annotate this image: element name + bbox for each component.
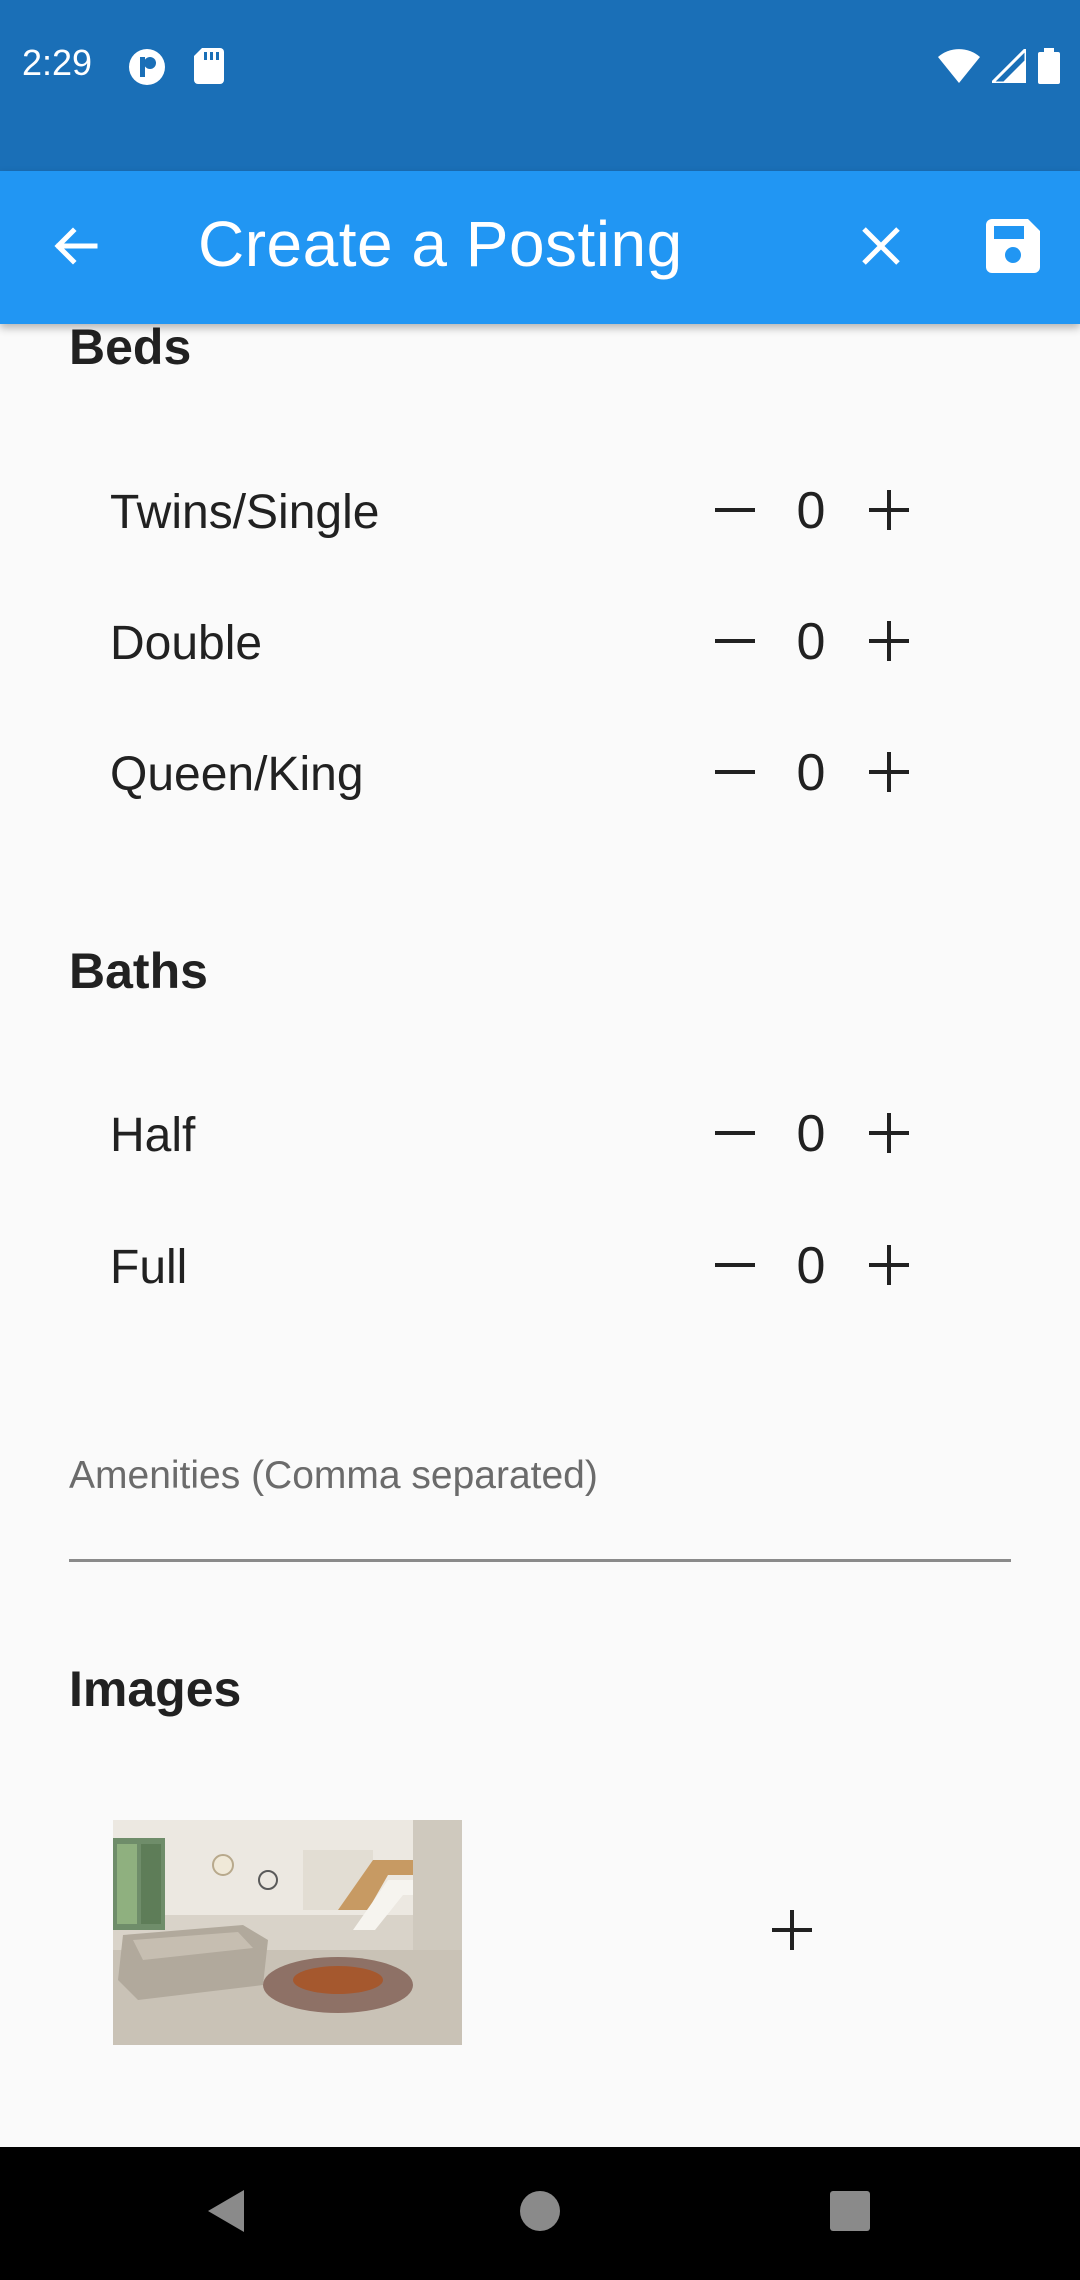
increment-button[interactable] [862,485,916,539]
amenities-placeholder: Amenities (Comma separated) [69,1454,598,1497]
minus-icon [713,619,757,668]
amenities-field[interactable]: Amenities (Comma separated) [69,1440,1011,1562]
save-icon [986,218,1040,278]
sd-card-icon [194,48,224,89]
bath-stepper: 0 [708,1222,918,1312]
increment-button[interactable] [862,1240,916,1294]
bath-stepper: 0 [708,1090,918,1180]
notification-icon [128,48,166,91]
back-button[interactable] [40,213,110,283]
add-image-button[interactable] [762,1902,822,1962]
navigation-bar [0,2147,1080,2280]
beds-heading: Beds [69,319,192,375]
triangle-back-icon [204,2188,248,2239]
decrement-button[interactable] [708,1108,762,1162]
counter-row-double: Double 0 [110,598,960,688]
nav-back-button[interactable] [196,2183,256,2243]
status-time: 2:29 [22,42,93,83]
plus-icon [867,488,911,537]
increment-button[interactable] [862,616,916,670]
plus-icon [867,619,911,668]
circle-home-icon [518,2189,562,2238]
bed-stepper: 0 [708,598,918,688]
counter-value: 0 [796,482,826,540]
minus-icon [713,750,757,799]
wifi-icon [938,49,980,88]
plus-icon [867,1111,911,1160]
plus-icon [867,1243,911,1292]
counter-value: 0 [796,744,826,802]
images-heading: Images [69,1661,242,1717]
living-room-photo [113,1820,462,2045]
arrow-back-icon [51,222,99,275]
nav-recents-button[interactable] [820,2183,880,2243]
counter-row-half: Half 0 [110,1090,960,1180]
increment-button[interactable] [862,747,916,801]
decrement-button[interactable] [708,1240,762,1294]
decrement-button[interactable] [708,747,762,801]
bed-stepper: 0 [708,467,918,557]
status-bar: 2:29 [0,0,1080,171]
square-recents-icon [829,2190,871,2237]
close-button[interactable] [846,213,916,283]
minus-icon [713,1111,757,1160]
increment-button[interactable] [862,1108,916,1162]
battery-icon [1038,48,1060,89]
minus-icon [713,1243,757,1292]
app-bar: Create a Posting [0,171,1080,324]
nav-home-button[interactable] [510,2183,570,2243]
bed-stepper: 0 [708,729,918,819]
signal-icon [988,45,1028,88]
page-title: Create a Posting [198,208,683,280]
counter-row-twins-single: Twins/Single 0 [110,467,960,557]
plus-icon [770,1908,814,1957]
minus-icon [713,488,757,537]
plus-icon [867,750,911,799]
close-icon [861,226,901,271]
counter-value: 0 [796,613,826,671]
counter-value: 0 [796,1237,826,1295]
save-button[interactable] [976,211,1050,285]
counter-row-queen-king: Queen/King 0 [110,729,960,819]
baths-heading: Baths [69,943,208,999]
decrement-button[interactable] [708,616,762,670]
counter-row-full: Full 0 [110,1222,960,1312]
decrement-button[interactable] [708,485,762,539]
counter-value: 0 [796,1105,826,1163]
image-thumbnail[interactable] [113,1820,462,2045]
